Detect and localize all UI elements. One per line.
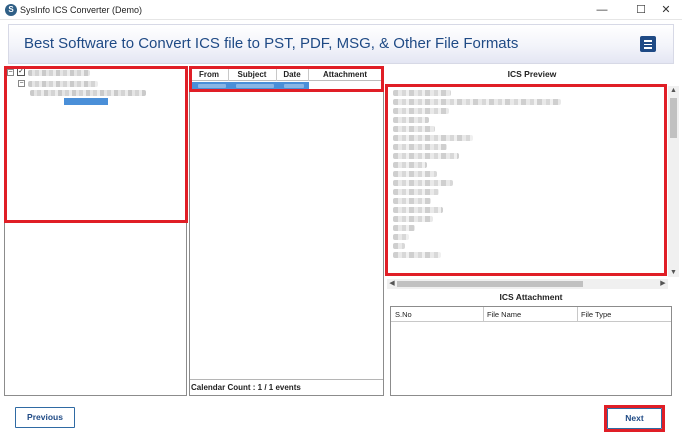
events-grid-header: From Subject Date Attachment [190,68,382,81]
menu-line-icon [644,40,652,42]
header-divider [391,321,671,322]
preview-text-line [393,252,441,258]
title-bar: S SysInfo ICS Converter (Demo) — ☐ ✕ [0,0,682,20]
column-header-date[interactable]: Date [276,70,308,79]
preview-text-line [393,117,429,123]
preview-text-line [393,225,415,231]
column-header-attachment[interactable]: Attachment [308,70,382,79]
column-divider [577,307,578,321]
ics-preview-area [387,86,677,278]
tree-child-label[interactable] [30,90,146,96]
close-button[interactable]: ✕ [649,0,682,20]
minimize-button[interactable]: — [585,0,619,20]
tree-selected-item[interactable] [64,98,108,105]
preview-text-line [393,216,433,222]
cell-date [284,84,304,88]
preview-text-line [393,108,449,114]
menu-line-icon [644,47,652,49]
column-header-file-name[interactable]: File Name [487,310,521,319]
scroll-thumb[interactable] [670,98,677,138]
table-row[interactable] [192,82,309,90]
cell-subject [236,84,274,88]
scroll-down-icon[interactable]: ▼ [668,268,679,277]
banner-title: Best Software to Convert ICS file to PST… [24,35,519,52]
app-logo-icon: S [5,4,17,16]
column-header-sno[interactable]: S.No [395,310,412,319]
window-title: SysInfo ICS Converter (Demo) [20,5,143,15]
preview-text-line [393,126,435,132]
previous-button[interactable]: Previous [15,407,75,428]
preview-text-line [393,180,453,186]
scroll-thumb[interactable] [397,281,583,287]
scroll-left-icon[interactable]: ◀ [387,279,397,289]
hamburger-menu-button[interactable] [640,36,656,52]
divider [190,379,383,380]
preview-text-line [393,198,431,204]
preview-text-line [393,171,437,177]
attachment-grid: S.No File Name File Type [390,306,672,396]
folder-tree-panel [4,66,187,396]
preview-horizontal-scrollbar[interactable]: ◀ ▶ [387,279,668,289]
menu-line-icon [644,43,652,45]
preview-text-line [393,234,409,240]
column-divider [483,307,484,321]
column-header-file-type[interactable]: File Type [581,310,611,319]
preview-text-line [393,162,427,168]
header-banner: Best Software to Convert ICS file to PST… [8,24,674,64]
preview-text-line [393,153,459,159]
calendar-count: Calendar Count : 1 / 1 events [191,383,301,392]
attachment-title: ICS Attachment [499,292,563,302]
preview-text-line [393,189,439,195]
tree-root-label[interactable] [28,70,90,76]
column-header-from[interactable]: From [190,70,228,79]
tree-root-checkbox[interactable]: ✓ [17,68,25,76]
preview-vertical-scrollbar[interactable]: ▲ ▼ [668,86,679,277]
cell-from [198,84,226,88]
scroll-right-icon[interactable]: ▶ [658,279,668,289]
preview-text-line [393,243,405,249]
events-list-panel [189,66,384,396]
tree-collapse-icon[interactable]: − [7,69,14,76]
preview-title: ICS Preview [507,69,557,79]
tree-collapse-icon[interactable]: − [18,80,25,87]
preview-text-line [393,90,451,96]
tree-child-label[interactable] [28,81,98,87]
next-button[interactable]: Next [607,408,662,429]
preview-text-line [393,207,443,213]
scroll-up-icon[interactable]: ▲ [668,86,679,95]
column-header-subject[interactable]: Subject [228,70,276,79]
preview-text-line [393,135,473,141]
preview-text-line [393,144,447,150]
preview-text-line [393,99,561,105]
